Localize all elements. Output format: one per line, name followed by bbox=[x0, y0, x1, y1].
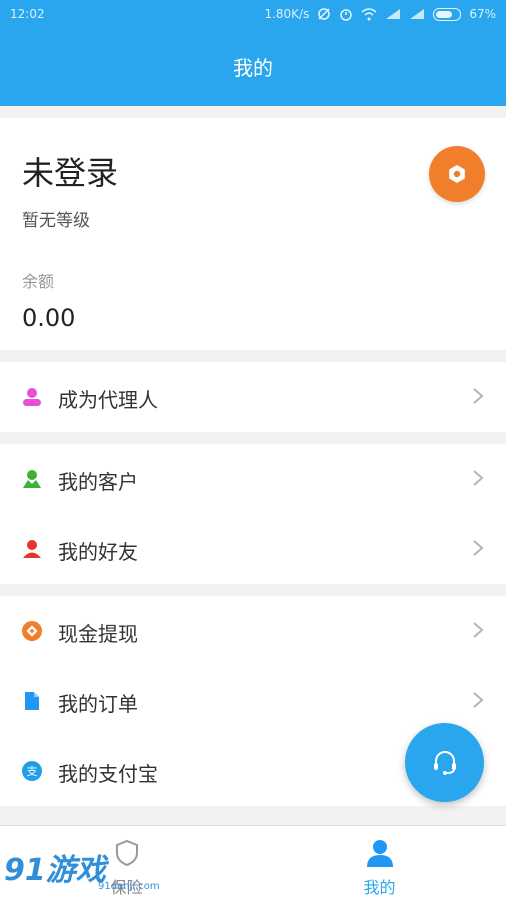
status-time: 12:02 bbox=[10, 7, 45, 21]
shield-icon bbox=[115, 839, 138, 867]
customer-service-button[interactable] bbox=[405, 723, 484, 802]
order-icon bbox=[25, 692, 39, 710]
menu-group-agent: 成为代理人 bbox=[0, 362, 506, 432]
watermark-logo: 91游戏 bbox=[4, 853, 106, 888]
menu-item-label: 我的订单 bbox=[58, 692, 138, 716]
balance-label: 余额 bbox=[22, 272, 55, 291]
agent-icon bbox=[23, 388, 41, 406]
cash-icon bbox=[22, 621, 42, 641]
menu-item-my-friends[interactable]: 我的好友 bbox=[0, 514, 506, 584]
headset-icon bbox=[433, 750, 456, 775]
sync-off-icon bbox=[318, 8, 331, 20]
tab-mine[interactable]: 我的 bbox=[253, 826, 506, 901]
wifi-icon bbox=[361, 7, 377, 20]
page-title: 我的 bbox=[233, 56, 273, 80]
watermark-url: 91danji.com bbox=[98, 881, 160, 892]
signal-icon bbox=[386, 9, 401, 19]
settings-button[interactable] bbox=[429, 146, 485, 202]
chevron-right-icon bbox=[473, 388, 484, 404]
battery-level: 67% bbox=[469, 7, 496, 21]
menu-item-label: 我的客户 bbox=[58, 470, 138, 494]
tab-label: 我的 bbox=[363, 878, 396, 897]
menu-group-contacts: 我的客户 我的好友 bbox=[0, 444, 506, 584]
menu-item-my-customers[interactable]: 我的客户 bbox=[0, 444, 506, 514]
alipay-icon: 支 bbox=[22, 761, 42, 781]
page-header: 我的 bbox=[0, 30, 506, 106]
network-speed: 1.80K/s bbox=[264, 7, 310, 21]
watermark: 91游戏 91danji.com bbox=[4, 845, 160, 892]
signal-icon bbox=[410, 9, 425, 19]
person-icon bbox=[366, 840, 393, 867]
menu-item-label: 我的支付宝 bbox=[58, 762, 158, 786]
profile-card[interactable]: 未登录 暂无等级 余额 0.00 bbox=[0, 118, 506, 350]
friend-icon bbox=[23, 540, 41, 558]
gear-icon bbox=[449, 165, 465, 183]
status-bar: 12:02 1.80K/s 67% bbox=[0, 0, 506, 30]
menu-item-label: 成为代理人 bbox=[58, 388, 158, 412]
svg-text:支: 支 bbox=[27, 765, 38, 778]
user-level: 暂无等级 bbox=[22, 211, 90, 231]
chevron-right-icon bbox=[473, 470, 484, 486]
menu-item-cash-withdraw[interactable]: 现金提现 bbox=[0, 596, 506, 666]
battery-icon bbox=[433, 7, 462, 21]
customer-icon bbox=[23, 470, 41, 488]
status-icons: 1.80K/s 67% bbox=[264, 7, 496, 21]
menu-item-label: 现金提现 bbox=[58, 622, 138, 646]
username[interactable]: 未登录 bbox=[22, 148, 118, 194]
chevron-right-icon bbox=[473, 540, 484, 556]
alarm-icon bbox=[340, 9, 353, 21]
menu-item-become-agent[interactable]: 成为代理人 bbox=[0, 362, 506, 432]
chevron-right-icon bbox=[473, 692, 484, 708]
chevron-right-icon bbox=[473, 622, 484, 638]
balance-value: 0.00 bbox=[22, 304, 76, 332]
menu-item-label: 我的好友 bbox=[58, 540, 138, 564]
